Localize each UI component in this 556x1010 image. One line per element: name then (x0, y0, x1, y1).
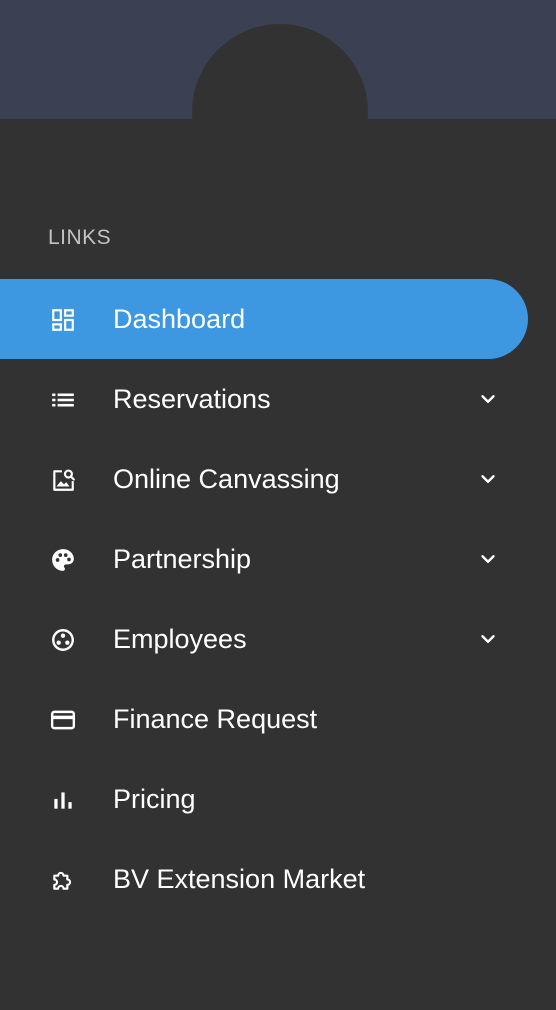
sidebar-item-label: Dashboard (113, 304, 246, 334)
credit-card-icon (50, 707, 76, 733)
chevron-down-icon[interactable] (477, 628, 499, 650)
group-circle-icon (50, 627, 76, 653)
sidebar: LINKS Dashboard Reservations Online Canv… (0, 0, 556, 1010)
image-search-icon (50, 467, 76, 493)
sidebar-item-pricing[interactable]: Pricing (0, 759, 528, 839)
dashboard-icon (50, 307, 76, 333)
bar-chart-icon (50, 787, 76, 813)
sidebar-item-label: Pricing (113, 784, 196, 814)
section-label: LINKS (48, 226, 112, 249)
sidebar-item-employees[interactable]: Employees (0, 599, 528, 679)
sidebar-item-reservations[interactable]: Reservations (0, 359, 528, 439)
sidebar-item-dashboard[interactable]: Dashboard (0, 279, 528, 359)
puzzle-icon (50, 867, 76, 893)
sidebar-item-label: Reservations (113, 384, 271, 414)
sidebar-item-label: Online Canvassing (113, 464, 340, 494)
sidebar-item-label: Employees (113, 624, 247, 654)
chevron-down-icon[interactable] (477, 548, 499, 570)
sidebar-item-label: BV Extension Market (113, 864, 366, 894)
sidebar-item-bv-extension-market[interactable]: BV Extension Market (0, 839, 528, 919)
sidebar-item-online-canvassing[interactable]: Online Canvassing (0, 439, 528, 519)
palette-icon (50, 547, 76, 573)
avatar[interactable] (192, 24, 368, 200)
sidebar-item-partnership[interactable]: Partnership (0, 519, 528, 599)
sidebar-menu: Dashboard Reservations Online Canvassing… (0, 279, 556, 919)
sidebar-item-label: Finance Request (113, 704, 318, 734)
chevron-down-icon[interactable] (477, 468, 499, 490)
list-icon (50, 387, 76, 413)
chevron-down-icon[interactable] (477, 388, 499, 410)
sidebar-item-finance-request[interactable]: Finance Request (0, 679, 528, 759)
sidebar-item-label: Partnership (113, 544, 252, 574)
